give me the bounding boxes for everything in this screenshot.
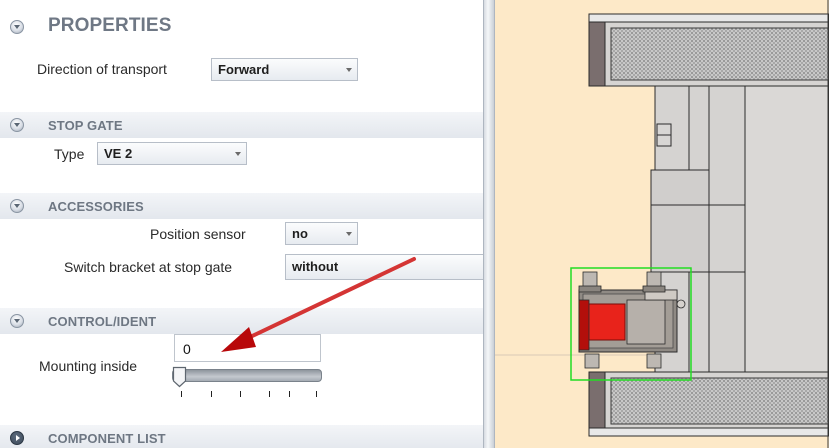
3d-viewport[interactable] <box>495 0 829 448</box>
panel-splitter[interactable] <box>483 0 495 448</box>
properties-panel: PROPERTIES Direction of transport Forwar… <box>0 0 483 448</box>
annotation-arrow <box>221 257 416 352</box>
